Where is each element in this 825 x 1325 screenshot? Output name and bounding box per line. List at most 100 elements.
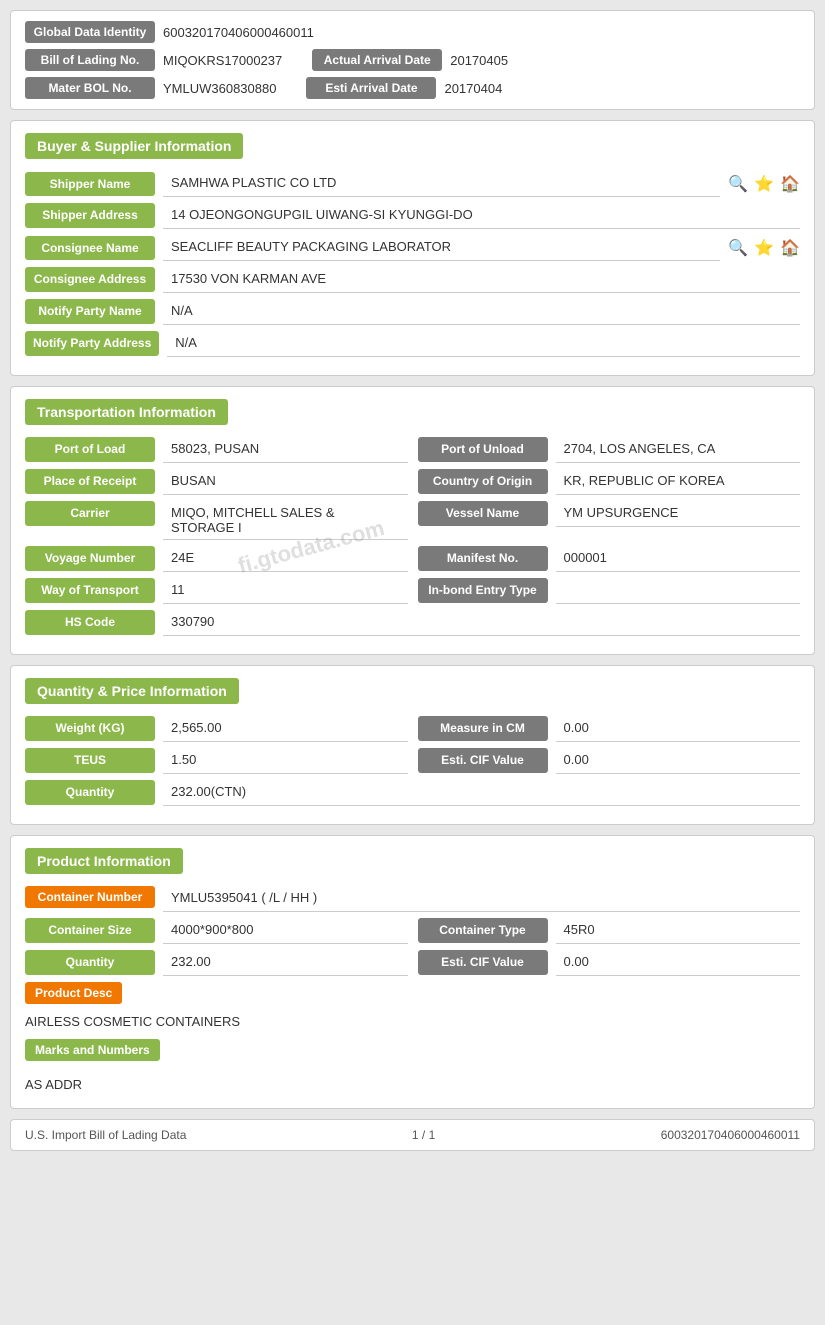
voyage-number-field: Voyage Number 24E [25, 546, 408, 572]
quantity-price-title: Quantity & Price Information [25, 678, 239, 704]
consignee-address-value: 17530 VON KARMAN AVE [163, 267, 800, 293]
product-esti-cif-label: Esti. CIF Value [418, 950, 548, 975]
way-inbond-row: Way of Transport 11 In-bond Entry Type [25, 578, 800, 604]
measure-field: Measure in CM 0.00 [418, 716, 801, 742]
bol-pair: Bill of Lading No. MIQOKRS17000237 [25, 49, 282, 71]
bol-row: Bill of Lading No. MIQOKRS17000237 Actua… [25, 49, 800, 71]
vessel-name-label: Vessel Name [418, 501, 548, 526]
hs-code-label: HS Code [25, 610, 155, 635]
buyer-supplier-title: Buyer & Supplier Information [25, 133, 243, 159]
marks-label: Marks and Numbers [25, 1039, 160, 1061]
port-of-load-field: Port of Load 58023, PUSAN [25, 437, 408, 463]
consignee-icons: 🔍 ⭐ 🏠 [728, 238, 800, 258]
product-qty-cif-row: Quantity 232.00 Esti. CIF Value 0.00 [25, 950, 800, 976]
container-size-label: Container Size [25, 918, 155, 943]
shipper-address-row: Shipper Address 14 OJEONGONGUPGIL UIWANG… [25, 203, 800, 229]
container-number-value: YMLU5395041 ( /L / HH ) [163, 886, 800, 912]
consignee-home-icon[interactable]: 🏠 [780, 238, 800, 258]
quantity-value: 232.00(CTN) [163, 780, 800, 806]
product-quantity-field: Quantity 232.00 [25, 950, 408, 976]
country-of-origin-field: Country of Origin KR, REPUBLIC OF KOREA [418, 469, 801, 495]
teus-cif-row: TEUS 1.50 Esti. CIF Value 0.00 [25, 748, 800, 774]
global-identity-label: Global Data Identity [25, 21, 155, 43]
quantity-row: Quantity 232.00(CTN) [25, 780, 800, 806]
voyage-number-label: Voyage Number [25, 546, 155, 571]
hs-code-row: HS Code 330790 [25, 610, 800, 636]
weight-value: 2,565.00 [163, 716, 408, 742]
way-of-transport-field: Way of Transport 11 [25, 578, 408, 604]
consignee-star-icon[interactable]: ⭐ [754, 238, 774, 258]
consignee-name-label: Consignee Name [25, 236, 155, 261]
quantity-price-section: Quantity & Price Information Weight (KG)… [10, 665, 815, 825]
way-of-transport-value: 11 [163, 578, 408, 604]
port-of-unload-field: Port of Unload 2704, LOS ANGELES, CA [418, 437, 801, 463]
place-of-receipt-label: Place of Receipt [25, 469, 155, 494]
product-section: Product Information Container Number YML… [10, 835, 815, 1109]
container-number-label: Container Number [25, 886, 155, 908]
vessel-name-field: Vessel Name YM UPSURGENCE [418, 501, 801, 527]
page-wrapper: Global Data Identity 6003201704060004600… [0, 0, 825, 1325]
bol-label: Bill of Lading No. [25, 49, 155, 71]
in-bond-entry-field: In-bond Entry Type [418, 578, 801, 604]
place-of-receipt-field: Place of Receipt BUSAN [25, 469, 408, 495]
hs-code-value: 330790 [163, 610, 800, 636]
teus-value: 1.50 [163, 748, 408, 774]
product-quantity-value: 232.00 [163, 950, 408, 976]
master-bol-label: Mater BOL No. [25, 77, 155, 99]
teus-field: TEUS 1.50 [25, 748, 408, 774]
container-size-field: Container Size 4000*900*800 [25, 918, 408, 944]
carrier-field: Carrier MIQO, MITCHELL SALES & STORAGE I [25, 501, 408, 540]
product-esti-cif-field: Esti. CIF Value 0.00 [418, 950, 801, 976]
notify-party-address-value: N/A [167, 331, 800, 357]
actual-arrival-value: 20170405 [450, 53, 508, 68]
port-of-load-value: 58023, PUSAN [163, 437, 408, 463]
port-row: Port of Load 58023, PUSAN Port of Unload… [25, 437, 800, 463]
container-type-value: 45R0 [556, 918, 801, 944]
container-number-row: Container Number YMLU5395041 ( /L / HH ) [25, 886, 800, 912]
container-type-field: Container Type 45R0 [418, 918, 801, 944]
weight-label: Weight (KG) [25, 716, 155, 741]
shipper-star-icon[interactable]: ⭐ [754, 174, 774, 194]
voyage-number-value: 24E [163, 546, 408, 572]
container-type-label: Container Type [418, 918, 548, 943]
actual-arrival-label: Actual Arrival Date [312, 49, 442, 71]
esti-arrival-label: Esti Arrival Date [306, 77, 436, 99]
footer-left: U.S. Import Bill of Lading Data [25, 1128, 186, 1142]
footer: U.S. Import Bill of Lading Data 1 / 1 60… [10, 1119, 815, 1151]
manifest-no-label: Manifest No. [418, 546, 548, 571]
country-of-origin-value: KR, REPUBLIC OF KOREA [556, 469, 801, 495]
manifest-no-value: 000001 [556, 546, 801, 572]
consignee-name-row: Consignee Name SEACLIFF BEAUTY PACKAGING… [25, 235, 800, 261]
notify-party-name-row: Notify Party Name N/A [25, 299, 800, 325]
product-desc-row: Product Desc [25, 982, 800, 1004]
product-title: Product Information [25, 848, 183, 874]
global-identity-value: 600320170406000460011 [163, 25, 314, 40]
esti-cif-field: Esti. CIF Value 0.00 [418, 748, 801, 774]
shipper-address-label: Shipper Address [25, 203, 155, 228]
shipper-search-icon[interactable]: 🔍 [728, 174, 748, 194]
notify-party-name-label: Notify Party Name [25, 299, 155, 324]
manifest-no-field: Manifest No. 000001 [418, 546, 801, 572]
footer-center: 1 / 1 [412, 1128, 435, 1142]
voyage-manifest-row: Voyage Number 24E Manifest No. 000001 [25, 546, 800, 572]
consignee-search-icon[interactable]: 🔍 [728, 238, 748, 258]
esti-arrival-pair: Esti Arrival Date 20170404 [306, 77, 502, 99]
actual-arrival-pair: Actual Arrival Date 20170405 [312, 49, 508, 71]
master-bol-row: Mater BOL No. YMLUW360830880 Esti Arriva… [25, 77, 800, 99]
product-esti-cif-value: 0.00 [556, 950, 801, 976]
marks-value: AS ADDR [25, 1073, 800, 1096]
esti-cif-label: Esti. CIF Value [418, 748, 548, 773]
carrier-label: Carrier [25, 501, 155, 526]
marks-row: Marks and Numbers [25, 1039, 800, 1067]
top-id-section: Global Data Identity 6003201704060004600… [10, 10, 815, 110]
carrier-value: MIQO, MITCHELL SALES & STORAGE I [163, 501, 408, 540]
master-bol-value: YMLUW360830880 [163, 81, 276, 96]
global-identity-row: Global Data Identity 6003201704060004600… [25, 21, 800, 43]
shipper-home-icon[interactable]: 🏠 [780, 174, 800, 194]
container-size-value: 4000*900*800 [163, 918, 408, 944]
transportation-title: Transportation Information [25, 399, 228, 425]
shipper-name-label: Shipper Name [25, 172, 155, 197]
product-desc-value: AIRLESS COSMETIC CONTAINERS [25, 1010, 800, 1033]
notify-party-name-value: N/A [163, 299, 800, 325]
place-of-receipt-value: BUSAN [163, 469, 408, 495]
